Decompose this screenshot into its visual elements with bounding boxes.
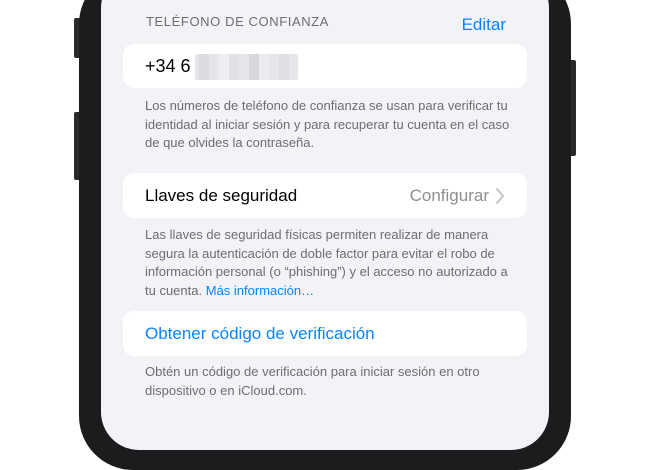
- phone-number-text: +34 6: [145, 56, 191, 76]
- verification-code-row[interactable]: Obtener código de verificación: [123, 311, 527, 356]
- verification-code-footnote: Obtén un código de verificación para ini…: [145, 364, 480, 398]
- security-keys-value: Configurar: [409, 186, 489, 205]
- edit-button[interactable]: Editar: [462, 15, 506, 35]
- security-keys-label: Llaves de seguridad: [145, 186, 298, 205]
- get-verification-code-button[interactable]: Obtener código de verificación: [145, 324, 375, 344]
- settings-screen: TELÉFONO DE CONFIANZA Editar +34 6 Los n…: [101, 0, 549, 450]
- chevron-right-icon: [496, 188, 504, 204]
- security-keys-footnote: Las llaves de seguridad físicas permiten…: [145, 226, 515, 300]
- trusted-phone-footnote: Los números de teléfono de confianza se …: [145, 98, 510, 150]
- security-keys-row[interactable]: Llaves de seguridad Configurar: [123, 173, 527, 218]
- redacted-phone-digits: [195, 54, 298, 80]
- trusted-phone-row[interactable]: +34 6: [123, 44, 527, 88]
- trusted-phone-header: TELÉFONO DE CONFIANZA: [146, 14, 330, 29]
- security-keys-footnote-text: Las llaves de seguridad físicas permiten…: [145, 227, 508, 298]
- more-info-link[interactable]: Más información…: [206, 283, 314, 298]
